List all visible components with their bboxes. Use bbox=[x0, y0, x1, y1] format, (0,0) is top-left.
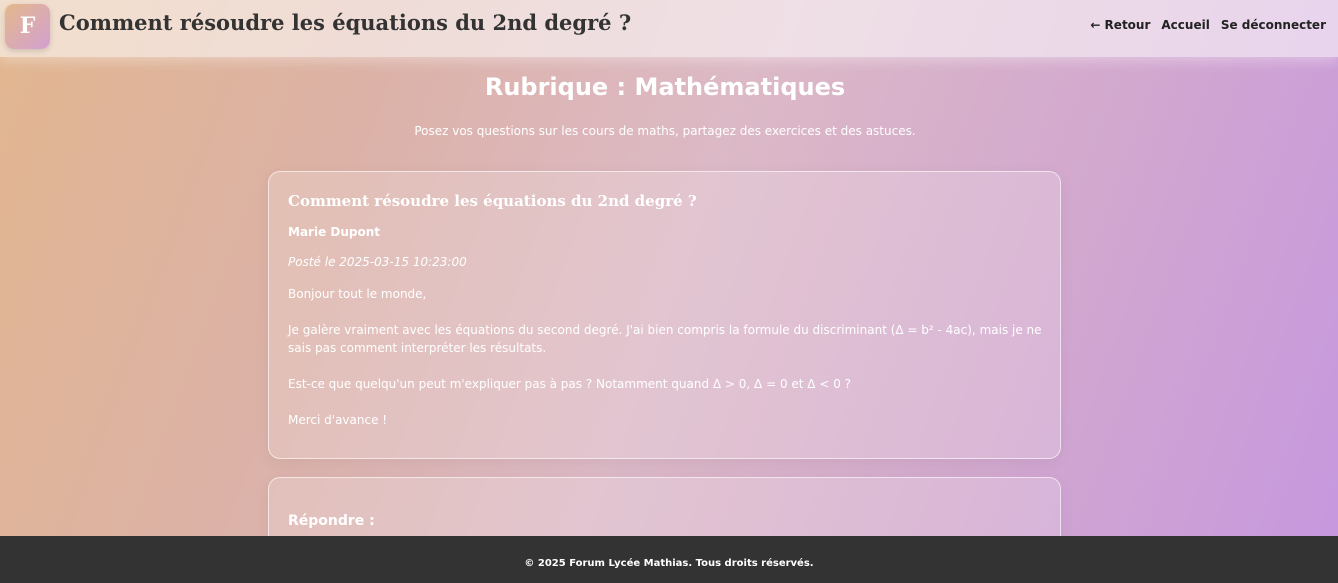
back-link[interactable]: ← Retour bbox=[1090, 18, 1150, 32]
rubric-description: Posez vos questions sur les cours de mat… bbox=[414, 124, 916, 138]
post-body: Bonjour tout le monde, Je galère vraimen… bbox=[288, 285, 1048, 447]
reply-label: Répondre : bbox=[288, 513, 375, 529]
post-paragraph: Merci d'avance ! bbox=[288, 413, 388, 427]
post-title: Comment résoudre les équations du 2nd de… bbox=[288, 192, 697, 210]
post-paragraph: Je galère vraiment avec les équations du… bbox=[288, 323, 1042, 355]
post-paragraph: Est-ce que quelqu'un peut m'expliquer pa… bbox=[288, 377, 852, 391]
logout-link[interactable]: Se déconnecter bbox=[1221, 18, 1326, 32]
home-link[interactable]: Accueil bbox=[1161, 18, 1209, 32]
footer: © 2025 Forum Lycée Mathias. Tous droits … bbox=[0, 536, 1338, 583]
page-title: Comment résoudre les équations du 2nd de… bbox=[59, 10, 632, 35]
post-paragraph: Bonjour tout le monde, bbox=[288, 287, 427, 301]
post-date: Posté le 2025-03-15 10:23:00 bbox=[288, 255, 467, 269]
header-bar: F Comment résoudre les équations du 2nd … bbox=[0, 0, 1338, 57]
post-author: Marie Dupont bbox=[288, 225, 381, 239]
header-nav: ← Retour Accueil Se déconnecter bbox=[1090, 18, 1326, 32]
rubric-title: Rubrique : Mathématiques bbox=[484, 73, 846, 101]
logo: F bbox=[5, 4, 50, 49]
post-card: Comment résoudre les équations du 2nd de… bbox=[268, 171, 1061, 459]
